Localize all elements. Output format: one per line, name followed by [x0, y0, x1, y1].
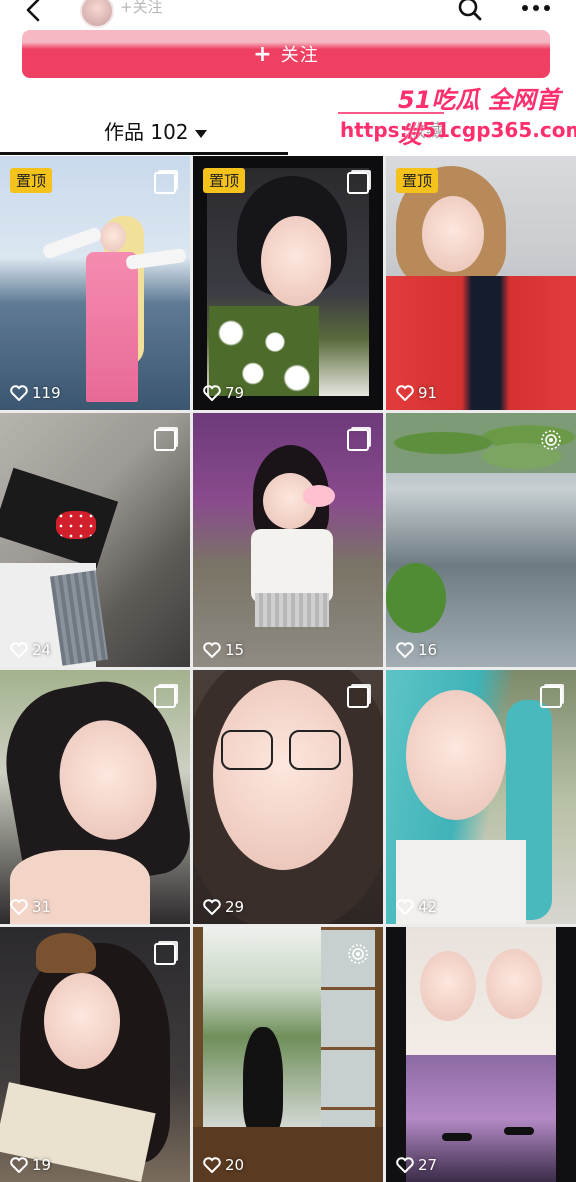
like-count: 31: [10, 898, 51, 916]
like-count: 79: [203, 384, 244, 402]
like-count: 91: [396, 384, 437, 402]
live-photo-icon: [541, 430, 561, 450]
multi-image-icon: [347, 172, 369, 194]
multi-image-icon: [540, 686, 562, 708]
avatar[interactable]: [80, 0, 114, 28]
heart-icon: [10, 899, 28, 915]
video-thumbnail[interactable]: 20: [193, 927, 383, 1182]
like-count: 15: [203, 641, 244, 659]
like-count: 19: [10, 1156, 51, 1174]
like-count: 16: [396, 641, 437, 659]
video-thumbnail[interactable]: 15: [193, 413, 383, 667]
video-thumbnail[interactable]: 置顶 91: [386, 156, 576, 410]
heart-icon: [10, 642, 28, 658]
like-count: 27: [396, 1156, 437, 1174]
heart-icon: [203, 899, 221, 915]
pinned-badge: 置顶: [10, 168, 53, 193]
video-thumbnail[interactable]: 置顶 79: [193, 156, 383, 410]
video-thumbnail[interactable]: 19: [0, 927, 190, 1182]
heart-icon: [396, 899, 414, 915]
tab-favorites[interactable]: 收藏: [408, 117, 444, 143]
video-thumbnail[interactable]: 42: [386, 670, 576, 924]
video-thumbnail[interactable]: 31: [0, 670, 190, 924]
active-tab-indicator: [0, 152, 288, 155]
top-bar: +关注: [0, 0, 576, 28]
works-grid: 置顶 119 置顶 79 置顶 91 24 15 16 31 29 42 19 …: [0, 156, 576, 1182]
pinned-badge: 置顶: [396, 168, 439, 193]
heart-icon: [203, 1157, 221, 1173]
heart-icon: [396, 385, 414, 401]
video-thumbnail[interactable]: 16: [386, 413, 576, 667]
multi-image-icon: [154, 686, 176, 708]
video-thumbnail[interactable]: 27: [386, 927, 576, 1182]
more-horizontal-icon[interactable]: [520, 2, 552, 14]
like-count: 119: [10, 384, 61, 402]
search-icon[interactable]: [456, 0, 484, 22]
caret-down-icon: [194, 129, 207, 138]
like-count: 24: [10, 641, 51, 659]
multi-image-icon: [154, 429, 176, 451]
profile-tabs: 作品 102 收藏: [0, 92, 576, 156]
pinned-badge: 置顶: [203, 168, 246, 193]
heart-icon: [10, 385, 28, 401]
multi-image-icon: [154, 172, 176, 194]
follow-button[interactable]: + 关注: [22, 30, 550, 78]
heart-icon: [396, 642, 414, 658]
like-count: 29: [203, 898, 244, 916]
like-count: 20: [203, 1156, 244, 1174]
multi-image-icon: [347, 686, 369, 708]
chevron-left-icon[interactable]: [20, 0, 48, 24]
follow-mini-button[interactable]: +关注: [120, 0, 163, 17]
live-photo-icon: [348, 944, 368, 964]
heart-icon: [203, 642, 221, 658]
like-count: 42: [396, 898, 437, 916]
tab-works-label: 作品 102: [104, 120, 189, 144]
follow-button-label: 关注: [280, 45, 319, 66]
multi-image-icon: [154, 943, 176, 965]
heart-icon: [396, 1157, 414, 1173]
tab-works[interactable]: 作品 102: [104, 116, 207, 145]
video-thumbnail[interactable]: 置顶 119: [0, 156, 190, 410]
plus-icon: +: [253, 41, 273, 67]
video-thumbnail[interactable]: 24: [0, 413, 190, 667]
heart-icon: [203, 385, 221, 401]
video-thumbnail[interactable]: 29: [193, 670, 383, 924]
multi-image-icon: [347, 429, 369, 451]
heart-icon: [10, 1157, 28, 1173]
